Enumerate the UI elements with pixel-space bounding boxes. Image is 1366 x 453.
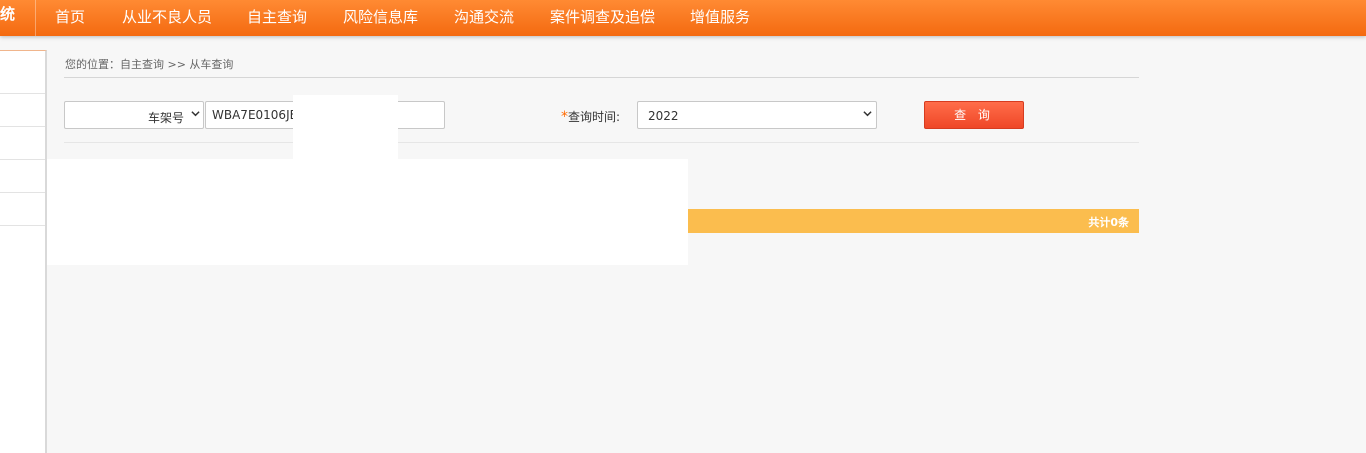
- system-title-fragment: 统: [0, 0, 36, 36]
- nav-item-case-investigation[interactable]: 案件调查及追偿: [550, 0, 655, 36]
- query-time-select[interactable]: 2022: [637, 101, 877, 129]
- sidebar-item[interactable]: [0, 192, 45, 225]
- chevron-down-icon: [863, 111, 872, 117]
- divider: [64, 142, 1139, 143]
- breadcrumb: 您的位置：自主查询 >> 从车查询: [65, 58, 234, 71]
- chevron-down-icon: [191, 111, 200, 117]
- query-type-select[interactable]: 车架号: [64, 101, 204, 129]
- sidebar-item[interactable]: [0, 159, 45, 192]
- sidebar-item[interactable]: [0, 93, 45, 126]
- sidebar: [0, 50, 47, 453]
- nav-item-communication[interactable]: 沟通交流: [454, 0, 514, 36]
- query-time-label: *查询时间:: [561, 108, 620, 125]
- result-count: 共计0条: [1088, 216, 1129, 229]
- top-nav: 统 首页 从业不良人员 自主查询 风险信息库 沟通交流 案件调查及追偿 增值服务: [0, 0, 1366, 36]
- required-mark: *: [561, 109, 568, 125]
- sidebar-item: [0, 225, 45, 258]
- nav-item-risk-database[interactable]: 风险信息库: [343, 0, 418, 36]
- redaction-mask: [293, 95, 398, 161]
- query-type-value: 车架号: [148, 111, 185, 125]
- query-button[interactable]: 查 询: [924, 101, 1024, 129]
- query-time-value: 2022: [648, 109, 679, 123]
- query-time-text: 查询时间:: [568, 110, 621, 124]
- nav-item-bad-practitioners[interactable]: 从业不良人员: [122, 0, 212, 36]
- sidebar-item[interactable]: [0, 126, 45, 159]
- nav-item-self-query[interactable]: 自主查询: [247, 0, 307, 36]
- nav-item-home[interactable]: 首页: [55, 0, 85, 36]
- nav-item-value-added[interactable]: 增值服务: [690, 0, 750, 36]
- divider: [64, 77, 1139, 78]
- redaction-mask: [47, 159, 688, 265]
